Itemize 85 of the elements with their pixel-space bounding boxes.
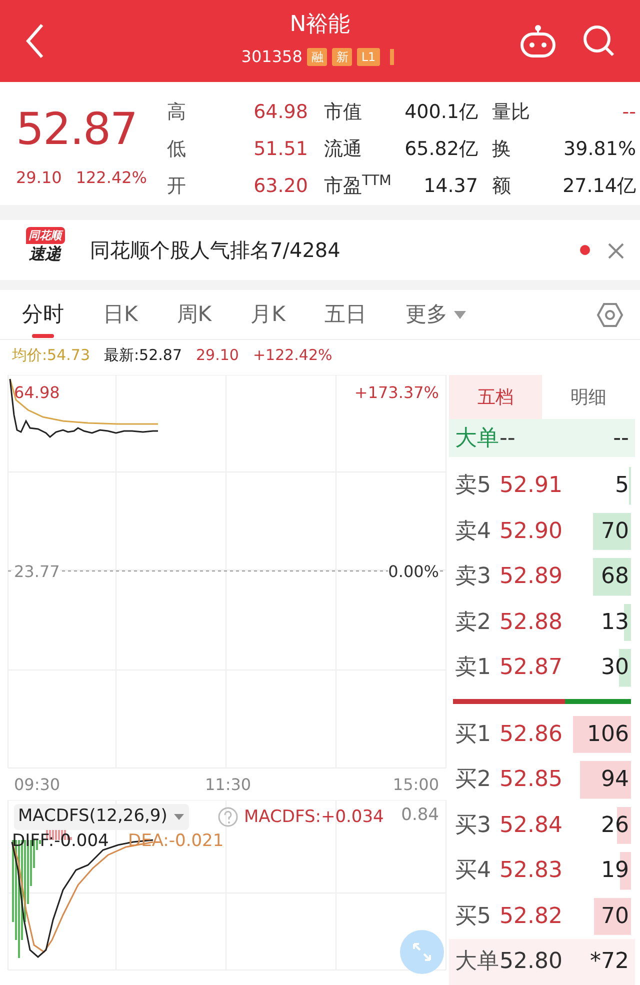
order-price: 52.91 — [499, 472, 564, 500]
stat-label: 换 — [492, 137, 512, 162]
order-price: 52.88 — [499, 608, 564, 637]
indicator-selector[interactable]: MACDFS(12,26,9) — [14, 804, 190, 830]
quote-info: +122.42% — [252, 344, 332, 366]
page-title: N裕能 — [290, 14, 350, 36]
chart-tab[interactable]: 五日 — [324, 290, 366, 340]
order-price: 52.82 — [499, 902, 564, 931]
order-label: 大单 — [454, 948, 500, 976]
order-label: 卖3 — [454, 563, 492, 592]
market-tag: 新 — [332, 48, 352, 66]
order-price: 52.85 — [499, 766, 564, 794]
order-price: -- — [499, 424, 516, 452]
order-label: 买4 — [454, 857, 492, 886]
stat-label: 额 — [492, 174, 512, 200]
order-label: 买3 — [454, 812, 492, 840]
help-icon[interactable] — [218, 807, 238, 827]
last-price: 52.87 — [16, 108, 138, 152]
order-price: 52.80 — [499, 948, 564, 976]
chart-tab[interactable]: 日K — [103, 290, 138, 340]
macd-value: MACDFS:+0.034 — [244, 809, 384, 826]
order-price: 52.83 — [499, 857, 564, 886]
search-button[interactable] — [582, 24, 616, 58]
stat-label: 量比 — [492, 100, 531, 126]
stat-label: 低 — [167, 137, 187, 162]
order-price: 52.84 — [499, 812, 564, 840]
unread-dot-icon — [580, 245, 590, 255]
order-label: 卖5 — [454, 472, 492, 500]
order-label: 大单 — [454, 424, 500, 452]
order-label: 卖1 — [454, 654, 492, 682]
chart-tab[interactable]: 分时 — [22, 290, 64, 340]
chart-tab[interactable]: 月K — [250, 290, 286, 340]
market-tag: L1 — [357, 48, 380, 66]
stat-label: 市值 — [324, 100, 363, 126]
stat-value: -- — [621, 100, 636, 126]
order-label: 买2 — [454, 766, 492, 794]
order-price: 52.87 — [499, 654, 564, 682]
quote-info: 均价:54.73 — [12, 344, 90, 366]
stat-label: 市盈$^{TTM}$ — [324, 172, 390, 200]
stat-value: 51.51 — [252, 137, 308, 162]
stock-code: 301358 — [241, 46, 302, 68]
stat-value: 39.81% — [562, 137, 636, 162]
order-price: 52.89 — [499, 563, 564, 592]
quote-info: 29.10 — [196, 344, 239, 366]
order-label: 卖4 — [454, 518, 492, 546]
price-change: 29.10 — [16, 167, 62, 189]
stat-value: 63.20 — [252, 174, 308, 200]
change-percent: 122.42% — [76, 167, 147, 189]
stat-value: 14.37 — [422, 174, 478, 200]
order-label: 卖2 — [454, 608, 492, 637]
stat-value: 65.82亿 — [404, 137, 478, 162]
chart-tab[interactable]: 周K — [176, 290, 212, 340]
order-volume: -- — [612, 424, 630, 452]
stat-value: 27.14亿 — [562, 174, 636, 200]
stat-value: 64.98 — [252, 100, 308, 126]
settings-icon[interactable] — [596, 300, 624, 328]
time-label: 15:00 — [392, 777, 439, 793]
time-label: 11:30 — [205, 777, 252, 793]
axis-label: 23.77 — [14, 564, 60, 580]
axis-label: 0.00% — [388, 564, 439, 580]
axis-label: 64.98 — [14, 385, 60, 401]
order-price: 52.90 — [499, 518, 564, 546]
order-price: 52.86 — [499, 720, 564, 749]
axis-label: 0.84 — [401, 807, 439, 824]
news-headline[interactable]: 同花顺个股人气排名7/4284 — [90, 235, 580, 265]
quote-info: 最新:52.87 — [104, 344, 182, 366]
stat-value: 400.1亿 — [404, 100, 478, 126]
stat-label: 高 — [167, 100, 187, 126]
diff-value: DIFF:-0.004 — [12, 833, 109, 850]
order-book-tab[interactable]: 五档 — [449, 375, 542, 419]
order-label: 买1 — [454, 720, 492, 749]
chart-tab[interactable]: 更多 — [405, 290, 468, 340]
stat-label: 流通 — [324, 137, 363, 162]
stat-label: 开 — [167, 174, 187, 200]
order-label: 买5 — [454, 902, 492, 931]
time-label: 09:30 — [14, 777, 60, 793]
dea-value: DEA:-0.021 — [128, 833, 224, 850]
axis-label: +173.37% — [354, 385, 439, 401]
logo-badge: 同花顺 — [26, 227, 64, 244]
robot-icon[interactable] — [518, 24, 558, 58]
market-tag: 融 — [307, 48, 328, 66]
caret-icon — [173, 812, 186, 821]
logo-text: 速递 — [29, 244, 61, 264]
back-button[interactable] — [24, 23, 46, 59]
order-volume: *72 — [589, 948, 630, 976]
